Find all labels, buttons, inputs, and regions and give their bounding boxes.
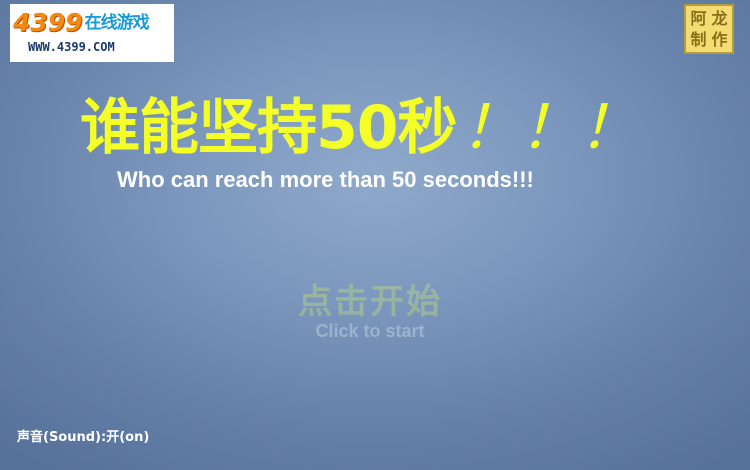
seal-char: 龙	[711, 8, 728, 28]
game-title-chinese: 谁能坚持50秒！！！	[80, 88, 680, 168]
start-button[interactable]: 点击开始 Click to start	[270, 280, 470, 350]
game-title-english: Who can reach more than 50 seconds!!!	[117, 167, 534, 192]
seal-char: 制	[690, 29, 707, 49]
4399-logo[interactable]: 4399 在线游戏 WWW.4399.COM	[10, 4, 174, 62]
title-chinese-text: 谁能坚持50秒	[80, 93, 457, 163]
logo-number: 4399	[13, 8, 83, 37]
sound-toggle[interactable]: 声音(Sound):开(on)	[17, 428, 149, 448]
logo-url: WWW.4399.COM	[28, 40, 115, 54]
logo-wordmark: 4399 在线游戏	[13, 8, 150, 37]
seal-char: 阿	[690, 8, 707, 28]
game-stage: 4399 在线游戏 WWW.4399.COM 阿 龙 制 作 谁能坚持50秒！！！…	[0, 0, 750, 470]
start-label-chinese: 点击开始	[298, 282, 442, 322]
start-label-english: Click to start	[315, 321, 425, 341]
title-exclamation: ！！！	[460, 93, 639, 163]
logo-chinese-text: 在线游戏	[84, 13, 150, 33]
author-seal-stamp: 阿 龙 制 作	[684, 4, 734, 54]
seal-char: 作	[711, 29, 728, 49]
